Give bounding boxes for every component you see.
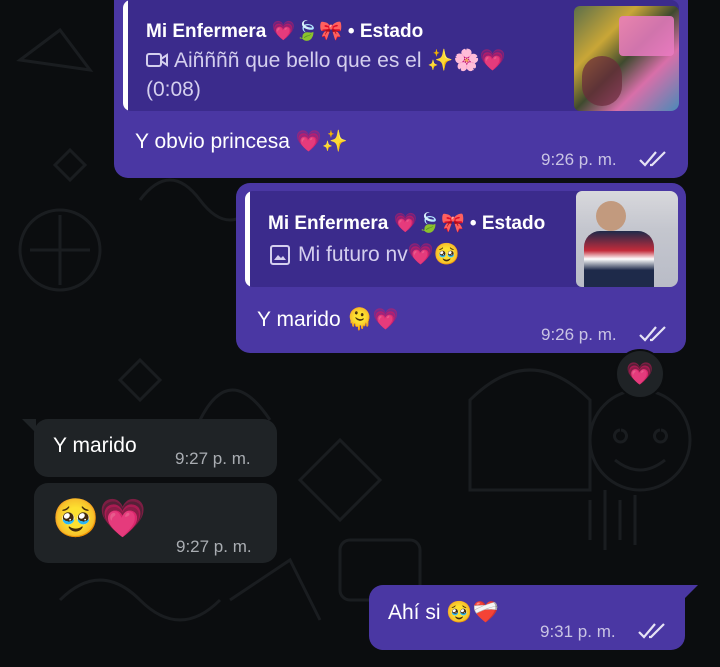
incoming-message-2[interactable]: 🥹💗 9:27 p. m. <box>34 483 277 563</box>
message-text: Y marido <box>53 434 137 457</box>
quote-accent-bar <box>123 0 128 111</box>
message-timestamp: 9:27 p. m. <box>176 537 252 556</box>
outgoing-message-2[interactable]: Mi Enfermera 💗🍃🎀 • Estado Mi futuro nv💗🥹… <box>236 183 686 353</box>
quoted-status-reply[interactable]: Mi Enfermera 💗🍃🎀 • Estado Aiññññ que bel… <box>123 0 679 111</box>
video-duration: (0:08) <box>146 78 201 101</box>
message-timestamp: 9:31 p. m. <box>540 622 616 641</box>
message-timestamp: 9:26 p. m. <box>541 150 617 169</box>
quoted-caption: Mi futuro nv💗🥹 <box>298 243 461 266</box>
outgoing-message-1[interactable]: Mi Enfermera 💗🍃🎀 • Estado Aiññññ que bel… <box>114 0 688 178</box>
quote-accent-bar <box>245 191 250 287</box>
quoted-status-reply[interactable]: Mi Enfermera 💗🍃🎀 • Estado Mi futuro nv💗🥹 <box>245 191 678 287</box>
image-icon <box>270 245 290 270</box>
bubble-tail <box>684 585 698 599</box>
double-check-icon <box>638 324 668 349</box>
message-text: Y obvio princesa 💗✨ <box>135 130 349 153</box>
message-text: 🥹💗 <box>52 498 147 540</box>
message-reaction[interactable]: 💗 <box>615 349 665 399</box>
quoted-caption: Aiññññ que bello que es el ✨🌸💗 <box>174 49 506 72</box>
video-icon <box>146 51 168 74</box>
message-timestamp: 9:26 p. m. <box>541 325 617 344</box>
outgoing-message-3[interactable]: Ahí si 🥹❤️‍🩹 9:31 p. m. <box>369 585 685 650</box>
status-image-thumbnail <box>576 191 678 287</box>
double-check-icon <box>637 621 667 646</box>
quoted-text: Aiññññ que bello que es el ✨🌸💗 <box>174 46 554 75</box>
incoming-message-1[interactable]: Y marido 9:27 p. m. <box>34 419 277 477</box>
status-video-thumbnail <box>574 6 679 111</box>
message-timestamp: 9:27 p. m. <box>175 449 251 468</box>
double-check-icon <box>638 149 668 174</box>
bubble-tail <box>22 419 36 433</box>
message-text: Ahí si 🥹❤️‍🩹 <box>388 601 499 624</box>
message-text: Y marido 🫠💗 <box>257 308 399 331</box>
quoted-author: Mi Enfermera 💗🍃🎀 • Estado <box>268 213 546 234</box>
quoted-author: Mi Enfermera 💗🍃🎀 • Estado <box>146 21 424 42</box>
